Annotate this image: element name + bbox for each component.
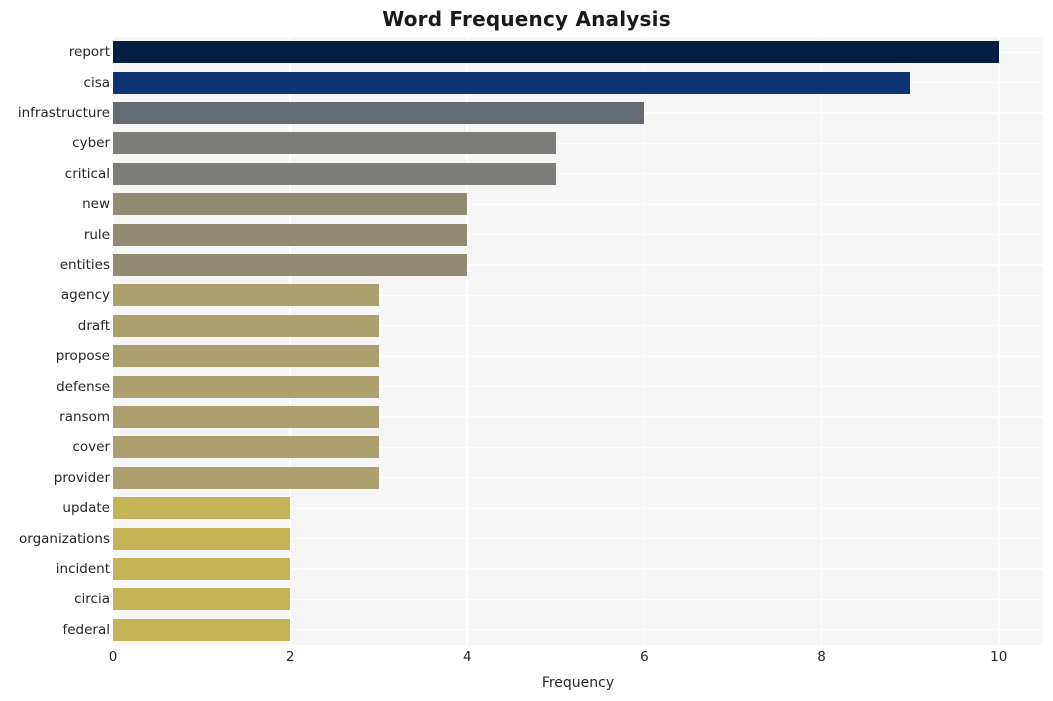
bar-row bbox=[113, 466, 1043, 489]
x-axis-tick-label: 4 bbox=[462, 649, 472, 665]
y-axis-tick-label: update bbox=[62, 500, 110, 517]
bar bbox=[113, 497, 291, 520]
bar bbox=[113, 193, 468, 216]
y-axis-tick-label: circia bbox=[74, 591, 110, 608]
y-axis-tick-label: critical bbox=[64, 165, 110, 182]
bar-row bbox=[113, 284, 1043, 307]
plot-area bbox=[113, 37, 1043, 645]
bar-row bbox=[113, 223, 1043, 246]
y-axis-tick-label: report bbox=[68, 44, 110, 61]
chart-title: Word Frequency Analysis bbox=[382, 7, 671, 31]
y-axis-tick-label: rule bbox=[83, 226, 110, 243]
y-axis-tick-label: draft bbox=[77, 317, 110, 334]
bar-row bbox=[113, 102, 1043, 124]
word-frequency-chart-figure: Word Frequency Analysis report cisa infras… bbox=[0, 0, 1053, 701]
bar bbox=[113, 618, 291, 641]
bar bbox=[113, 132, 556, 155]
bar bbox=[113, 71, 911, 94]
bar-row bbox=[113, 254, 1043, 276]
x-axis-tick-label: 2 bbox=[285, 649, 295, 665]
y-axis-tick-label: organizations bbox=[19, 530, 110, 547]
gridline-vertical bbox=[820, 37, 823, 645]
bar bbox=[113, 162, 556, 185]
bar-row bbox=[113, 193, 1043, 216]
bar bbox=[113, 41, 999, 64]
bar bbox=[113, 102, 645, 124]
y-axis-tick-label: provider bbox=[53, 469, 110, 486]
bar-row bbox=[113, 71, 1043, 94]
x-axis-label: Frequency bbox=[541, 675, 615, 691]
y-axis-tick-label: agency bbox=[60, 287, 110, 304]
gridline-vertical bbox=[113, 37, 114, 645]
y-axis-tick-label: defense bbox=[56, 378, 110, 395]
bar-row bbox=[113, 375, 1043, 398]
y-axis-tick-label: cover bbox=[72, 439, 110, 456]
bar bbox=[113, 466, 379, 489]
bar-row bbox=[113, 436, 1043, 459]
bar bbox=[113, 254, 468, 276]
bar-row bbox=[113, 132, 1043, 155]
x-axis-tick-labels: 0 2 4 6 8 10 bbox=[109, 648, 1043, 668]
y-axis-tick-label: incident bbox=[55, 561, 110, 577]
x-axis-tick-label: 10 bbox=[990, 649, 1008, 665]
y-axis-tick-label: cisa bbox=[83, 74, 110, 91]
bar-row bbox=[113, 345, 1043, 368]
bar bbox=[113, 345, 379, 368]
bar-row bbox=[113, 41, 1043, 64]
bar-row bbox=[113, 618, 1043, 641]
bar bbox=[113, 223, 468, 246]
gridline-vertical bbox=[289, 37, 291, 645]
bar bbox=[113, 375, 379, 398]
y-axis-tick-labels: report cisa infrastructure cyber critical new… bbox=[0, 37, 110, 645]
bar bbox=[113, 314, 379, 337]
bar bbox=[113, 527, 291, 550]
gridline-vertical bbox=[997, 37, 1000, 645]
y-axis-tick-label: propose bbox=[55, 348, 110, 365]
gridline-vertical bbox=[466, 37, 469, 645]
y-axis-tick-label: ransom bbox=[59, 409, 110, 425]
y-axis-tick-label: entities bbox=[59, 257, 110, 273]
bar bbox=[113, 406, 379, 428]
bar-row bbox=[113, 497, 1043, 520]
bar-row bbox=[113, 558, 1043, 580]
y-axis-tick-label: cyber bbox=[72, 135, 110, 152]
bar-row bbox=[113, 527, 1043, 550]
bar bbox=[113, 588, 291, 611]
bar bbox=[113, 436, 379, 459]
gridline-vertical bbox=[643, 37, 646, 645]
y-axis-tick-label: federal bbox=[62, 621, 110, 638]
bar bbox=[113, 284, 379, 307]
bar-row bbox=[113, 314, 1043, 337]
y-axis-tick-label: infrastructure bbox=[17, 105, 110, 121]
bar-row bbox=[113, 162, 1043, 185]
bar bbox=[113, 558, 291, 580]
y-axis-tick-label: new bbox=[82, 196, 110, 213]
x-axis-tick-label: 0 bbox=[108, 649, 118, 665]
bar-row bbox=[113, 588, 1043, 611]
bar-row bbox=[113, 406, 1043, 428]
x-axis-tick-label: 8 bbox=[817, 649, 826, 665]
x-axis-tick-label: 6 bbox=[640, 649, 649, 665]
